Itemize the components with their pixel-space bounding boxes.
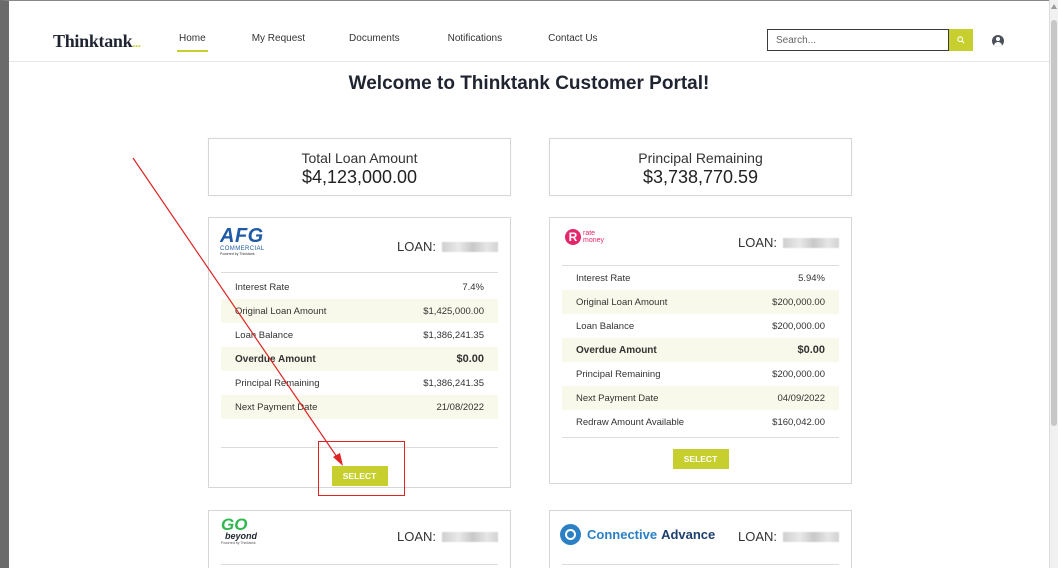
summary-value: $4,123,000.00 bbox=[301, 167, 418, 187]
loan-card-connective-advance: Connective Advance LOAN: bbox=[549, 510, 852, 568]
table-row: Loan Balance $1,386,241.35 bbox=[235, 329, 484, 341]
connective-logo: Connective Advance bbox=[560, 524, 715, 545]
search-icon bbox=[957, 36, 965, 44]
table-row: Loan Balance $200,000.00 bbox=[576, 320, 825, 332]
loan-card-go-beyond: GO beyond Powered by Thinktank LOAN: bbox=[208, 510, 511, 568]
table-row: Overdue Amount $0.00 bbox=[562, 338, 839, 362]
total-loan-amount-card: Total Loan Amount $4,123,000.00 bbox=[208, 138, 511, 196]
table-row: Next Payment Date 04/09/2022 bbox=[562, 386, 839, 410]
loan-number: LOAN: bbox=[738, 529, 839, 544]
site-header: Thinktank... Home My Request Documents N… bbox=[9, 1, 1049, 62]
nav-contact-us[interactable]: Contact Us bbox=[548, 33, 597, 52]
table-row: Original Loan Amount $200,000.00 bbox=[562, 290, 839, 314]
redacted-loan-id bbox=[783, 237, 839, 248]
afg-logo: AFG COMMERCIAL Powered by Thinktank bbox=[220, 225, 265, 256]
summary-value: $3,738,770.59 bbox=[642, 167, 759, 187]
main-nav: Home My Request Documents Notifications … bbox=[177, 33, 644, 52]
search-button[interactable] bbox=[949, 29, 973, 51]
table-row: Next Payment Date 21/08/2022 bbox=[221, 395, 498, 419]
summary-label: Principal Remaining bbox=[638, 150, 763, 166]
table-row: Interest Rate 5.94% bbox=[576, 272, 825, 284]
table-row: Principal Remaining $200,000.00 bbox=[576, 368, 825, 380]
go-beyond-logo: GO beyond Powered by Thinktank bbox=[221, 515, 258, 545]
nav-my-request[interactable]: My Request bbox=[252, 33, 305, 52]
table-row: Principal Remaining $1,386,241.35 bbox=[235, 377, 484, 389]
table-row: Redraw Amount Available $160,042.00 bbox=[576, 416, 825, 428]
principal-remaining-card: Principal Remaining $3,738,770.59 bbox=[549, 138, 852, 196]
loan-number: LOAN: bbox=[397, 239, 498, 254]
table-row: Original Loan Amount $1,425,000.00 bbox=[221, 299, 498, 323]
connective-icon bbox=[560, 524, 581, 545]
nav-notifications[interactable]: Notifications bbox=[448, 33, 502, 52]
select-button-rate-money[interactable]: SELECT bbox=[672, 449, 729, 469]
loan-card-rate-money: R rate money LOAN: Interest Rate 5.94% Or… bbox=[549, 217, 852, 484]
page-title: Welcome to Thinktank Customer Portal! bbox=[348, 73, 710, 94]
nav-home[interactable]: Home bbox=[177, 33, 208, 52]
redacted-loan-id bbox=[442, 531, 498, 542]
rate-money-logo: R rate money bbox=[565, 229, 604, 245]
nav-documents[interactable]: Documents bbox=[349, 33, 400, 52]
loan-number: LOAN: bbox=[738, 235, 839, 250]
table-row: Overdue Amount $0.00 bbox=[221, 347, 498, 371]
loan-number: LOAN: bbox=[397, 529, 498, 544]
summary-label: Total Loan Amount bbox=[301, 150, 418, 166]
table-row: Interest Rate 7.4% bbox=[235, 281, 484, 293]
redacted-loan-id bbox=[442, 241, 498, 252]
thinktank-logo[interactable]: Thinktank... bbox=[53, 31, 141, 52]
redacted-loan-id bbox=[783, 531, 839, 542]
user-avatar-icon[interactable] bbox=[992, 35, 1004, 47]
scrollbar-thumb[interactable] bbox=[1051, 20, 1057, 426]
search-input[interactable] bbox=[767, 29, 949, 51]
scroll-up-icon[interactable] bbox=[1051, 4, 1057, 9]
page-scrollbar[interactable] bbox=[1049, 0, 1058, 568]
annotation-highlight-box bbox=[318, 441, 405, 496]
